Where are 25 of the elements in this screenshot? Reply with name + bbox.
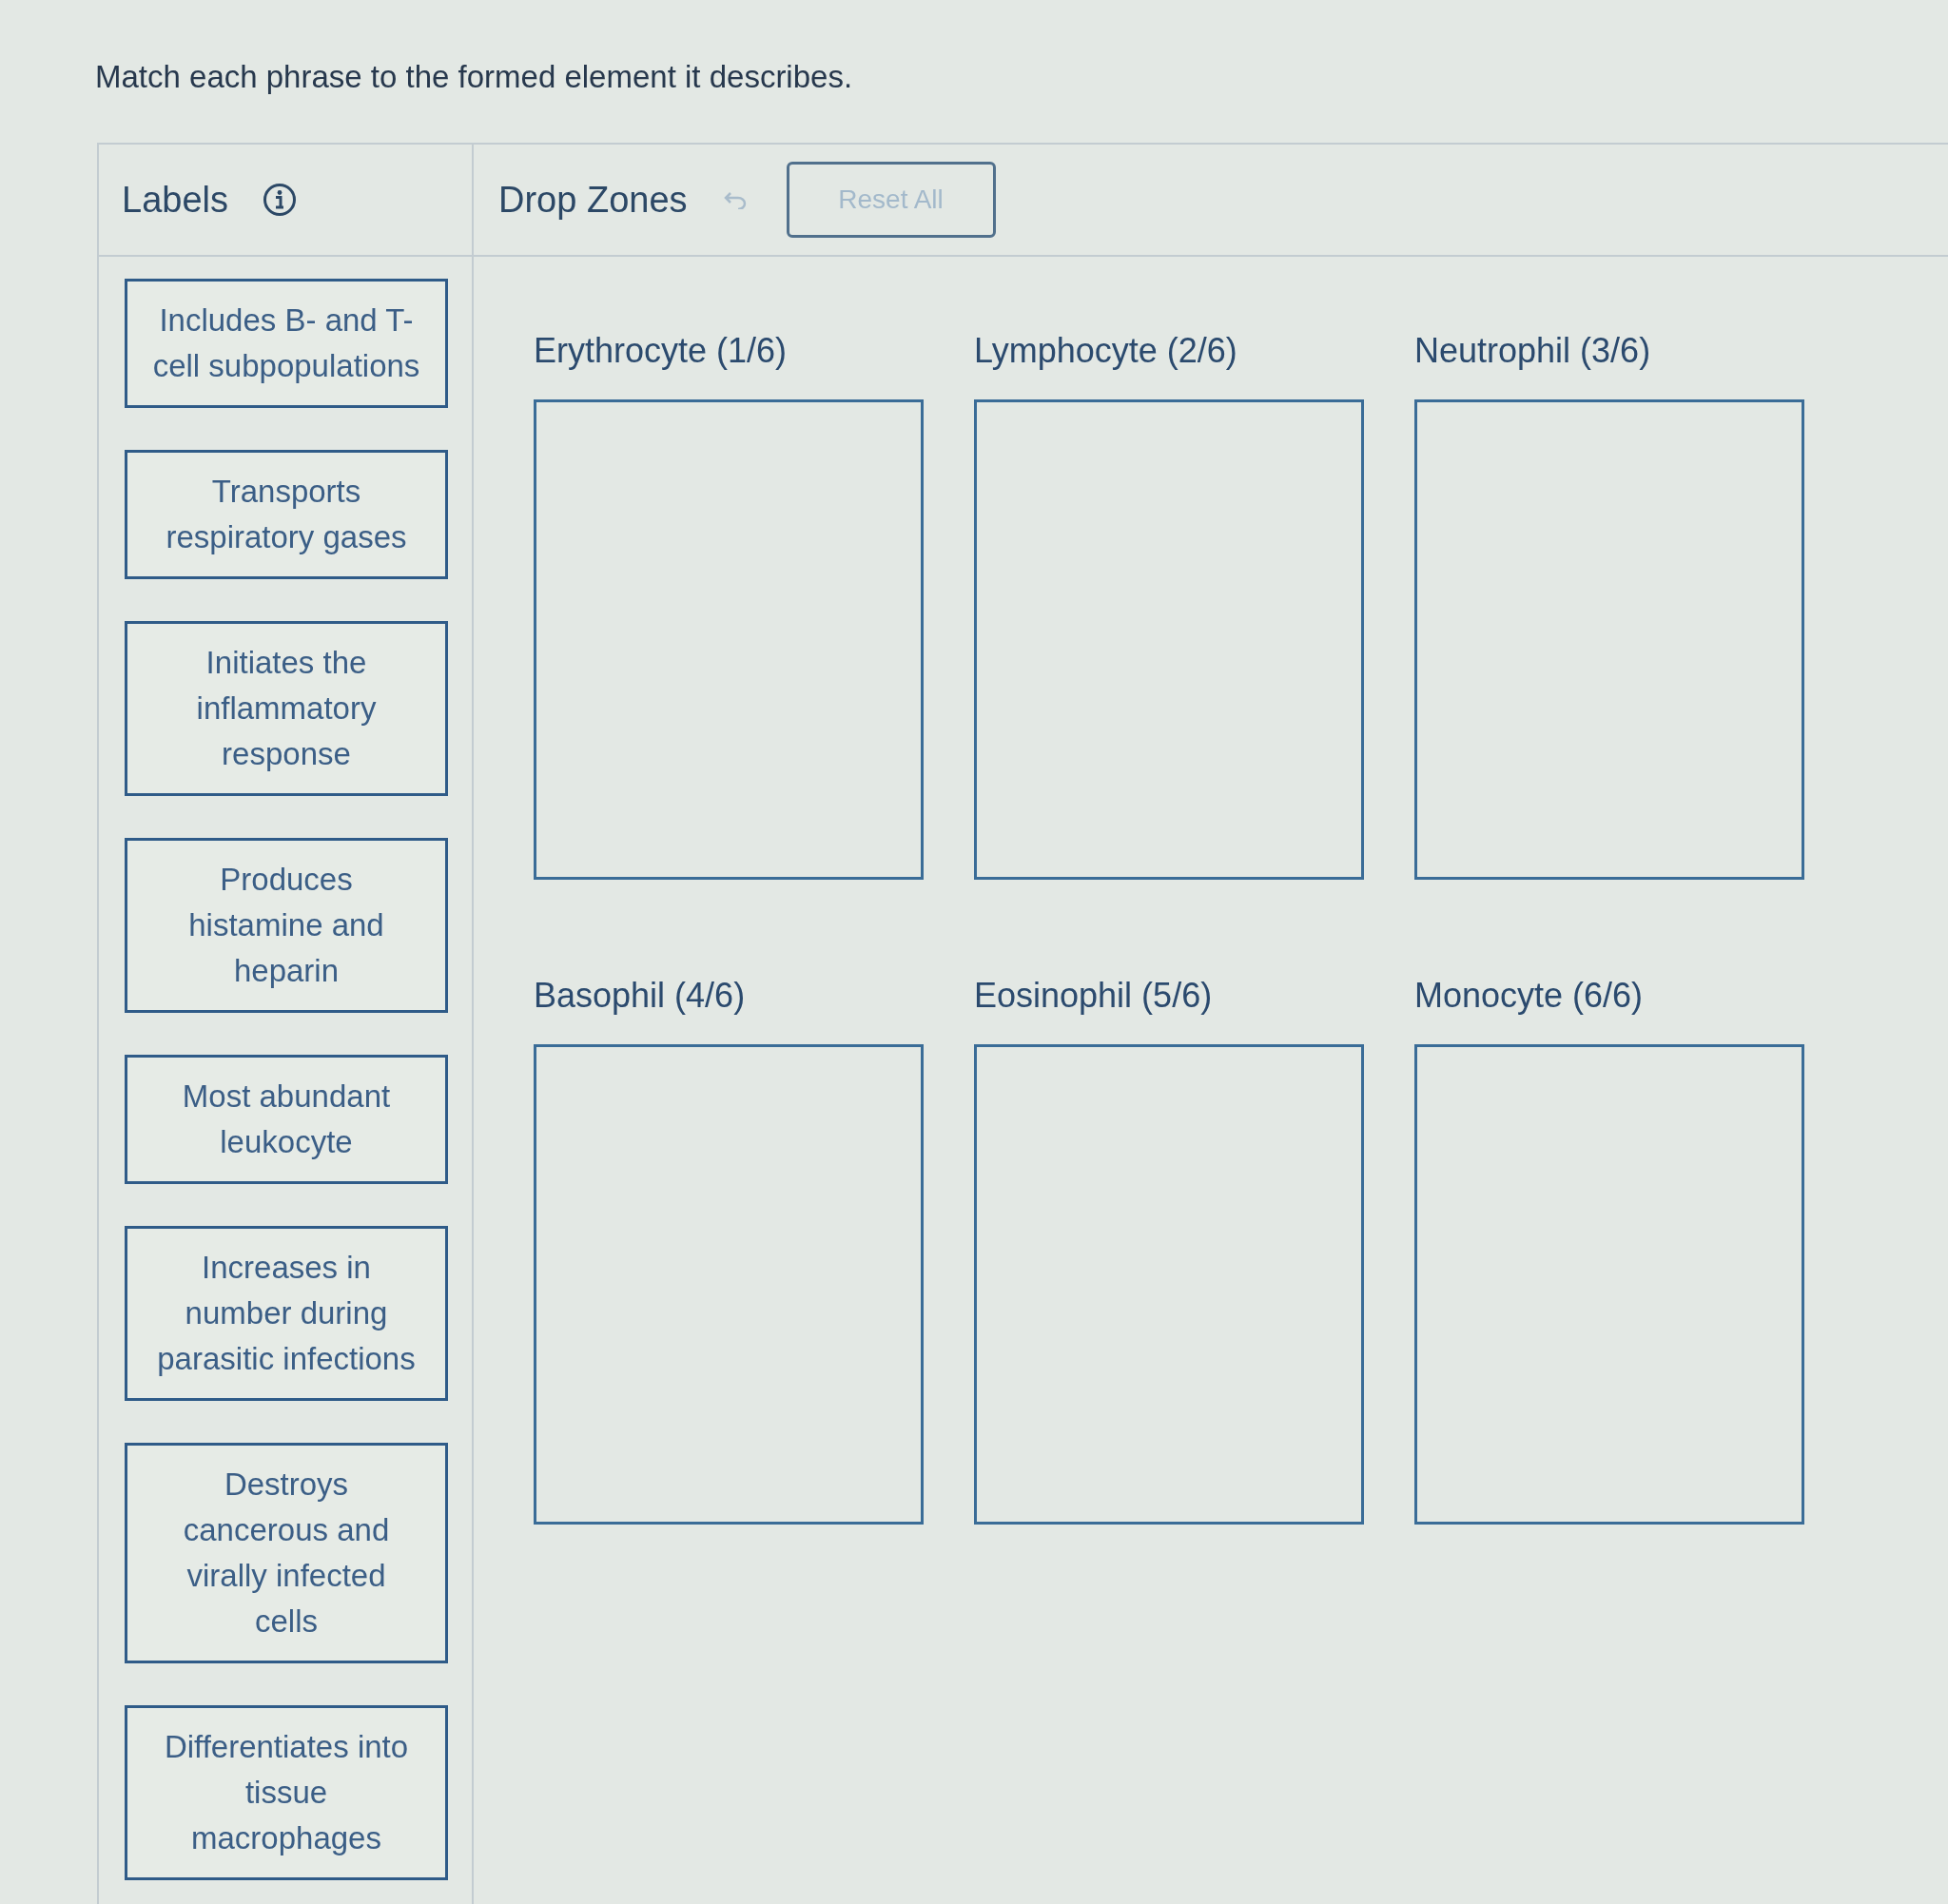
drop-zone-title: Basophil (4/6) bbox=[534, 975, 747, 1017]
drop-zone[interactable] bbox=[1414, 1044, 1804, 1525]
instruction-text: Match each phrase to the formed element it describes. bbox=[95, 59, 854, 95]
draggable-label[interactable]: Most abundant leukocyte bbox=[125, 1055, 448, 1184]
draggable-label[interactable]: Transports respiratory gases bbox=[125, 450, 448, 579]
draggable-label[interactable]: Includes B- and T-cell subpopulations bbox=[125, 279, 448, 408]
drop-zone-title: Erythrocyte (1/6) bbox=[534, 330, 789, 372]
draggable-label[interactable]: Increases in number during parasitic infections bbox=[125, 1226, 448, 1401]
drop-zone[interactable] bbox=[974, 1044, 1364, 1525]
drop-zone-title: Monocyte (6/6) bbox=[1414, 975, 1645, 1017]
drop-zone-title: Eosinophil (5/6) bbox=[974, 975, 1214, 1017]
drop-zone-title: Lymphocyte (2/6) bbox=[974, 330, 1238, 372]
drop-zone[interactable] bbox=[534, 399, 924, 880]
drop-zone[interactable] bbox=[1414, 399, 1804, 880]
info-icon[interactable] bbox=[263, 183, 297, 217]
draggable-label[interactable]: Produces histamine and heparin bbox=[125, 838, 448, 1013]
draggable-label[interactable]: Initiates the inflammatory response bbox=[125, 621, 448, 796]
drop-zone[interactable] bbox=[974, 399, 1364, 880]
drop-zones-heading: Drop Zones bbox=[498, 178, 688, 222]
drop-zone[interactable] bbox=[534, 1044, 924, 1525]
drop-zone-title: Neutrophil (3/6) bbox=[1414, 330, 1652, 372]
labels-heading: Labels bbox=[122, 178, 228, 222]
draggable-label[interactable]: Destroys cancerous and virally infected cells bbox=[125, 1443, 448, 1663]
draggable-label[interactable]: Differentiates into tissue macrophages bbox=[125, 1705, 448, 1880]
undo-icon bbox=[723, 190, 749, 209]
